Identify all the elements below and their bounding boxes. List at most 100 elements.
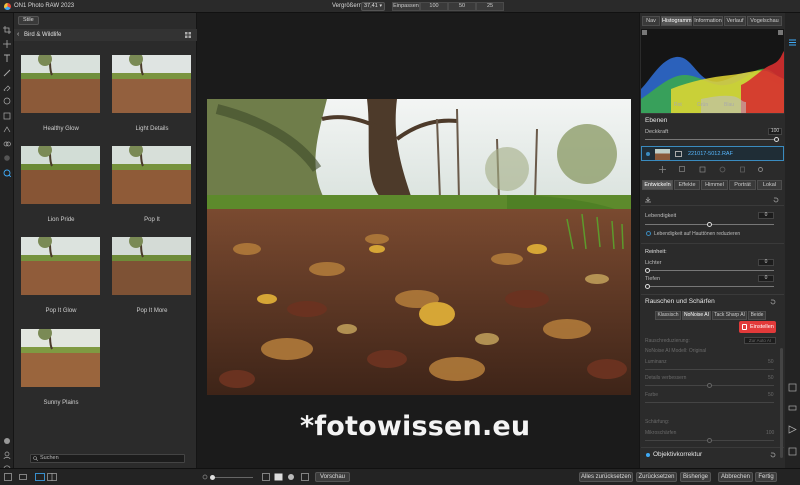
zoom-out-icon[interactable] <box>201 473 209 481</box>
sliders-icon[interactable] <box>788 38 797 47</box>
scrollbar[interactable] <box>780 348 783 458</box>
depths-value[interactable]: 0 <box>758 275 774 282</box>
visibility-dot-icon[interactable] <box>646 152 650 156</box>
preview-button[interactable]: Vorschau <box>315 472 350 482</box>
tab-effects[interactable]: Effekte <box>674 180 700 190</box>
crop-icon[interactable] <box>3 26 11 34</box>
pan-icon[interactable] <box>3 169 11 177</box>
auto-icon[interactable] <box>274 473 283 481</box>
export-icon[interactable] <box>788 447 797 456</box>
tab-navigator[interactable]: Vogelschau <box>747 16 782 26</box>
photo-preview[interactable] <box>207 99 631 395</box>
zoom-fit-button[interactable]: Einpassen <box>392 2 420 11</box>
preset-thumbnail[interactable] <box>21 55 100 113</box>
lights-slider[interactable] <box>645 270 774 271</box>
add-layer-icon[interactable] <box>659 166 666 173</box>
lights-slider-knob[interactable] <box>645 268 650 273</box>
zoom-slider-knob[interactable] <box>210 475 215 480</box>
tab-sky[interactable]: Himmel <box>701 180 728 190</box>
cancel-button[interactable]: Abbrechen <box>718 472 753 482</box>
checkbox[interactable] <box>646 231 651 236</box>
microsharpen-slider-knob[interactable] <box>707 438 712 443</box>
layer-row[interactable]: 221017-5012.RAF <box>641 146 784 161</box>
gradient-icon[interactable] <box>3 112 11 120</box>
single-view-icon[interactable] <box>35 473 45 481</box>
opacity-value[interactable]: 100 <box>768 128 782 135</box>
share-icon[interactable] <box>788 425 797 434</box>
preset-thumbnail[interactable] <box>21 237 100 295</box>
duplicate-layer-icon[interactable] <box>679 166 686 173</box>
reset-all-button[interactable]: Alles zurücksetzen <box>579 472 633 482</box>
previous-button[interactable]: Bisherige <box>680 472 711 482</box>
depths-slider[interactable] <box>645 286 774 287</box>
reset-icon[interactable] <box>770 452 776 458</box>
unlock-button[interactable]: Einstellen <box>739 321 776 333</box>
tab-histogram[interactable]: Histogramm <box>661 16 692 26</box>
overlay-icon[interactable] <box>301 473 309 481</box>
zoom-100-button[interactable]: 100 <box>420 2 448 11</box>
tab-history[interactable]: Verlauf <box>724 16 746 26</box>
preset-thumbnail[interactable] <box>21 146 100 204</box>
tab-information[interactable]: Information <box>693 16 723 26</box>
paint-icon[interactable] <box>3 437 11 445</box>
masking-brush-icon[interactable] <box>3 97 11 105</box>
preset-thumbnail[interactable] <box>112 237 191 295</box>
delete-layer-icon[interactable] <box>739 166 746 173</box>
reset-icon[interactable] <box>773 197 779 203</box>
clone-icon[interactable] <box>3 140 11 148</box>
print-icon[interactable] <box>788 403 797 412</box>
save-preset-icon[interactable] <box>645 197 651 203</box>
brush-icon[interactable] <box>3 69 11 77</box>
tab-develop[interactable]: Entwickeln <box>642 180 673 190</box>
zoom-50-button[interactable]: 50 <box>448 2 476 11</box>
opacity-slider-knob[interactable] <box>774 137 779 142</box>
lights-value[interactable]: 0 <box>758 259 774 266</box>
color-slider[interactable] <box>645 402 774 403</box>
vibrance-value[interactable]: 0 <box>758 212 774 219</box>
mask-view-icon[interactable] <box>262 473 270 481</box>
panel-toggle-icon[interactable] <box>4 473 12 481</box>
tab-local[interactable]: Lokal <box>757 180 782 190</box>
tab-classic[interactable]: Klassisch <box>655 311 681 320</box>
redeye-icon[interactable] <box>3 154 11 162</box>
lens-enable-dot-icon[interactable] <box>646 453 650 457</box>
compare-view-icon[interactable] <box>47 473 57 481</box>
zoom-25-button[interactable]: 25 <box>476 2 504 11</box>
merge-layer-icon[interactable] <box>699 166 706 173</box>
text-icon[interactable] <box>3 54 11 62</box>
zoom-level-select[interactable]: 37,41 ▾ <box>361 2 385 11</box>
detail-slider-knob[interactable] <box>707 383 712 388</box>
tab-tack-sharp-ai[interactable]: Tack Sharp AI <box>712 311 747 320</box>
grid-view-icon[interactable] <box>185 32 191 38</box>
tab-portrait[interactable]: Porträt <box>729 180 756 190</box>
highlight-clip-icon[interactable] <box>778 30 783 35</box>
styles-tab[interactable]: Stile <box>18 16 39 25</box>
reset-button[interactable]: Zurücksetzen <box>636 472 677 482</box>
mask-icon[interactable] <box>719 166 726 173</box>
preset-search-input[interactable]: Suchen <box>30 454 185 463</box>
preset-thumbnail[interactable] <box>112 146 191 204</box>
tab-nonoise-ai[interactable]: NoNoise AI <box>682 311 711 320</box>
zoom-slider[interactable] <box>211 477 253 478</box>
opacity-slider[interactable] <box>645 139 779 140</box>
filmstrip-icon[interactable] <box>19 473 27 481</box>
tab-nav[interactable]: Nav <box>642 16 660 26</box>
retouch-icon[interactable] <box>3 83 11 91</box>
depths-slider-knob[interactable] <box>645 284 650 289</box>
browse-icon[interactable] <box>788 383 797 392</box>
reset-icon[interactable] <box>770 299 776 305</box>
tab-both[interactable]: Beide <box>748 311 766 320</box>
image-canvas[interactable]: *fotowissen.eu <box>198 13 638 468</box>
vibrance-slider-knob[interactable] <box>707 222 712 227</box>
done-button[interactable]: Fertig <box>755 472 777 482</box>
preset-thumbnail[interactable] <box>112 55 191 113</box>
luminance-slider[interactable] <box>645 369 774 370</box>
back-arrow-icon[interactable]: ‹ <box>17 31 19 38</box>
auto-ai-button[interactable]: Zur Auto AI <box>744 337 776 344</box>
noise-section-title[interactable]: Rauschen und Schärfen <box>645 298 715 305</box>
lens-correction-title[interactable]: Objektivkorrektur <box>653 451 702 458</box>
preset-thumbnail[interactable] <box>21 329 100 387</box>
clipping-icon[interactable] <box>287 473 295 481</box>
refine-icon[interactable] <box>3 126 11 134</box>
user-icon[interactable] <box>3 451 11 459</box>
